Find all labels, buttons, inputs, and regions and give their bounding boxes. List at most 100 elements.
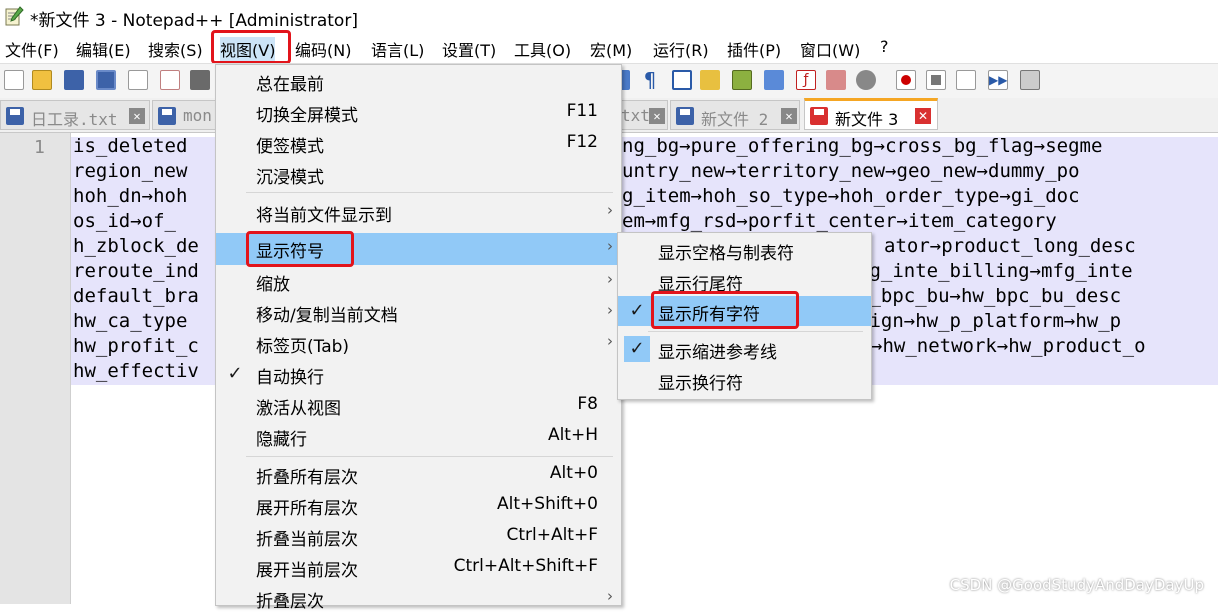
close-tab-icon[interactable]: ✕ bbox=[915, 108, 931, 124]
view-menu: 总在最前 切换全屏模式 F11 便签模式 F12 沉浸模式 将当前文件显示到 ›… bbox=[215, 64, 622, 612]
menu-separator bbox=[246, 456, 613, 457]
run-macro-multiple-icon[interactable]: ▶▶ bbox=[988, 70, 1008, 90]
menu-plugins[interactable]: 插件(P) bbox=[727, 37, 781, 61]
tab-new-file-3[interactable]: 新文件 3 ✕ bbox=[804, 98, 938, 130]
menu-tools[interactable]: 工具(O) bbox=[514, 37, 571, 61]
menu-language[interactable]: 语言(L) bbox=[371, 37, 424, 61]
code-line-tail: sign→hw_p_platform→hw_p bbox=[858, 310, 1122, 332]
menu-edit[interactable]: 编辑(E) bbox=[76, 37, 131, 61]
saved-file-icon bbox=[6, 107, 24, 125]
menu-macro[interactable]: 宏(M) bbox=[590, 37, 632, 61]
menu-item-label: 移动/复制当前文档 bbox=[256, 306, 398, 326]
tab-label: 新文件 2 bbox=[701, 110, 769, 129]
menu-item-label: 将当前文件显示到 bbox=[256, 206, 392, 226]
submenu-item-show-space-tab[interactable]: 显示空格与制表符 bbox=[618, 235, 871, 265]
save-macro-icon[interactable] bbox=[1020, 70, 1040, 90]
tab-label: txt bbox=[621, 106, 650, 125]
menu-item-unfold-current[interactable]: 展开当前层次 Ctrl+Alt+Shift+F bbox=[216, 552, 621, 582]
submenu-item-show-wrap-symbol[interactable]: 显示换行符 bbox=[618, 365, 871, 395]
code-line: region_new bbox=[73, 160, 188, 182]
menu-item-distraction-free[interactable]: 沉浸模式 bbox=[216, 159, 621, 189]
code-line-tail: ng_bg→pure_offering_bg→cross_bg_flag→seg… bbox=[622, 135, 1103, 157]
print-icon[interactable] bbox=[190, 70, 210, 90]
menu-item-toggle-fullscreen[interactable]: 切换全屏模式 F11 bbox=[216, 97, 621, 127]
code-line-tail: fg_inte_billing→mfg_inte bbox=[858, 260, 1133, 282]
line-number: 1 bbox=[34, 137, 45, 158]
close-file-icon[interactable] bbox=[128, 70, 148, 90]
code-line-tail: w_bpc_bu→hw_bpc_bu_desc bbox=[858, 285, 1122, 307]
check-icon: ✓ bbox=[624, 298, 650, 324]
menu-item-word-wrap[interactable]: ✓ 自动换行 bbox=[216, 359, 621, 389]
close-tab-icon[interactable]: ✕ bbox=[781, 108, 797, 124]
show-all-characters-highlight-box bbox=[651, 291, 799, 329]
menu-separator bbox=[648, 331, 863, 332]
menu-item-move-clone-document[interactable]: 移动/复制当前文档 › bbox=[216, 297, 621, 327]
menu-search[interactable]: 搜索(S) bbox=[148, 37, 203, 61]
menu-item-unfold-all[interactable]: 展开所有层次 Alt+Shift+0 bbox=[216, 490, 621, 520]
menu-item-view-current-file-in[interactable]: 将当前文件显示到 › bbox=[216, 197, 621, 227]
tab-mon[interactable]: mon bbox=[152, 100, 216, 130]
code-line-tail: em→mfg_rsd→porfit_center→item_category bbox=[622, 210, 1057, 232]
submenu-arrow-icon: › bbox=[607, 332, 613, 350]
folder-workspace-icon[interactable] bbox=[826, 70, 846, 90]
menu-item-fold-level[interactable]: 折叠层次 › bbox=[216, 583, 621, 613]
menu-settings[interactable]: 设置(T) bbox=[442, 37, 496, 61]
menu-item-label: 沉浸模式 bbox=[256, 168, 324, 188]
menu-item-label: 标签页(Tab) bbox=[256, 337, 350, 357]
open-file-icon[interactable] bbox=[32, 70, 52, 90]
menu-item-shortcut: F11 bbox=[566, 101, 598, 121]
menu-help[interactable]: ? bbox=[880, 37, 889, 56]
title-bar: *新文件 3 - Notepad++ [Administrator] bbox=[0, 0, 1218, 33]
doc-list-icon[interactable] bbox=[764, 70, 784, 90]
save-icon[interactable] bbox=[64, 70, 84, 90]
show-symbol-highlight-box bbox=[246, 231, 354, 267]
menu-item-shortcut: Alt+H bbox=[547, 425, 598, 445]
close-all-icon[interactable] bbox=[160, 70, 180, 90]
menu-separator bbox=[246, 192, 613, 193]
code-line: hw_profit_c bbox=[73, 335, 199, 357]
indent-guide-icon[interactable] bbox=[672, 70, 692, 90]
menu-file[interactable]: 文件(F) bbox=[5, 37, 59, 61]
tab-rigonglu[interactable]: 日工录.txt ✕ bbox=[0, 100, 150, 130]
menu-item-hide-lines[interactable]: 隐藏行 Alt+H bbox=[216, 421, 621, 451]
show-all-chars-icon[interactable]: ¶ bbox=[640, 70, 660, 90]
submenu-arrow-icon: › bbox=[607, 270, 613, 288]
menu-item-shortcut: Ctrl+Alt+F bbox=[506, 525, 598, 545]
tab-new-file-2[interactable]: 新文件 2 ✕ bbox=[670, 100, 800, 130]
menu-item-focus-other-view[interactable]: 激活从视图 F8 bbox=[216, 390, 621, 420]
code-line: default_bra bbox=[73, 285, 199, 307]
notepad-app-icon bbox=[5, 6, 24, 26]
menu-item-shortcut: Alt+0 bbox=[549, 463, 598, 483]
menu-item-label: 自动换行 bbox=[256, 368, 324, 388]
menu-item-shortcut: F8 bbox=[577, 394, 598, 414]
user-lang-icon[interactable] bbox=[700, 70, 720, 90]
doc-map-icon[interactable] bbox=[732, 70, 752, 90]
close-tab-icon[interactable]: ✕ bbox=[129, 108, 145, 124]
submenu-item-show-indent-guide[interactable]: ✓ 显示缩进参考线 bbox=[618, 334, 871, 364]
check-icon: ✓ bbox=[227, 363, 243, 384]
stop-macro-icon[interactable] bbox=[926, 70, 946, 90]
menu-item-post-it[interactable]: 便签模式 F12 bbox=[216, 128, 621, 158]
code-line: reroute_ind bbox=[73, 260, 199, 282]
menu-item-fold-all[interactable]: 折叠所有层次 Alt+0 bbox=[216, 459, 621, 489]
submenu-arrow-icon: › bbox=[607, 301, 613, 319]
play-macro-icon[interactable] bbox=[956, 70, 976, 90]
save-all-icon[interactable] bbox=[96, 70, 116, 90]
code-line-tail: →hw_network→hw_product_o bbox=[871, 335, 1146, 357]
record-macro-icon[interactable] bbox=[896, 70, 916, 90]
menu-item-zoom[interactable]: 缩放 › bbox=[216, 266, 621, 296]
menu-item-tab[interactable]: 标签页(Tab) › bbox=[216, 328, 621, 358]
code-line-tail: untry_new→territory_new→geo_new→dummy_po bbox=[622, 160, 1080, 182]
close-tab-icon[interactable]: ✕ bbox=[649, 108, 665, 124]
monitoring-icon[interactable] bbox=[856, 70, 876, 90]
menu-item-fold-current[interactable]: 折叠当前层次 Ctrl+Alt+F bbox=[216, 521, 621, 551]
menu-item-label: 隐藏行 bbox=[256, 430, 307, 450]
function-list-icon[interactable]: ƒ bbox=[796, 70, 816, 90]
menu-encoding[interactable]: 编码(N) bbox=[295, 37, 351, 61]
menu-item-always-on-top[interactable]: 总在最前 bbox=[216, 66, 621, 96]
menu-window[interactable]: 窗口(W) bbox=[800, 37, 860, 61]
menu-run[interactable]: 运行(R) bbox=[653, 37, 709, 61]
new-file-icon[interactable] bbox=[4, 70, 24, 90]
submenu-arrow-icon: › bbox=[607, 201, 613, 219]
menu-item-label: 显示空格与制表符 bbox=[658, 244, 794, 264]
